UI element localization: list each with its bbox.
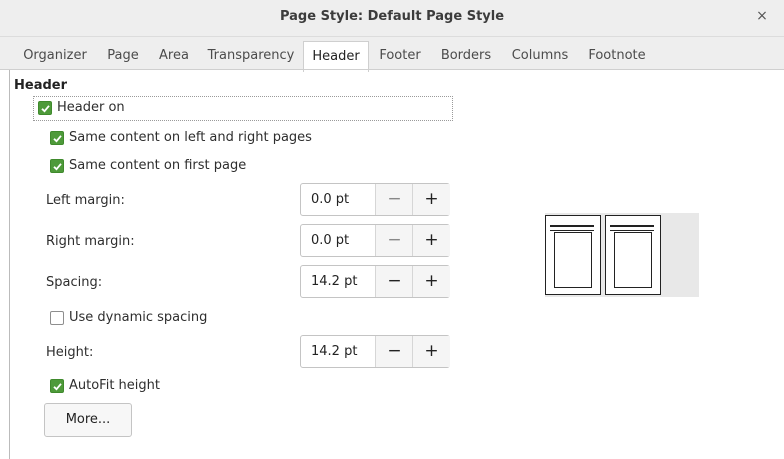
tab-bar: Organizer Page Area Transparency Header … [0, 37, 784, 72]
preview-body-area [554, 232, 592, 288]
preview-right-page [605, 215, 661, 295]
tab-borders[interactable]: Borders [434, 43, 498, 69]
left-margin-input[interactable]: 0.0 pt [311, 192, 349, 207]
spacing-increase-button[interactable]: + [412, 266, 450, 297]
tab-footnote[interactable]: Footnote [581, 43, 653, 69]
left-margin-decrease-button[interactable]: − [375, 184, 413, 215]
autofit-height-checkbox[interactable] [50, 379, 64, 393]
height-input[interactable]: 14.2 pt [311, 344, 357, 359]
checkmark-icon [53, 135, 62, 143]
spacing-spinner[interactable]: 14.2 pt − + [300, 265, 450, 298]
spacing-input[interactable]: 14.2 pt [311, 274, 357, 289]
tab-area[interactable]: Area [152, 43, 196, 69]
preview-header-bar [550, 225, 594, 231]
left-margin-increase-button[interactable]: + [412, 184, 450, 215]
same-content-first-page-label[interactable]: Same content on first page [69, 158, 246, 173]
checkmark-icon [53, 383, 62, 391]
spacing-decrease-button[interactable]: − [375, 266, 413, 297]
dialog-titlebar: Page Style: Default Page Style × [0, 0, 784, 37]
height-decrease-button[interactable]: − [375, 336, 413, 367]
tab-header[interactable]: Header [303, 41, 369, 72]
preview-left-page [545, 215, 601, 295]
height-increase-button[interactable]: + [412, 336, 450, 367]
same-content-left-right-label[interactable]: Same content on left and right pages [69, 130, 312, 145]
header-on-label[interactable]: Header on [57, 100, 125, 115]
same-content-first-page-checkbox[interactable] [50, 159, 64, 173]
left-margin-spinner[interactable]: 0.0 pt − + [300, 183, 450, 216]
height-spinner[interactable]: 14.2 pt − + [300, 335, 450, 368]
tab-page[interactable]: Page [100, 43, 146, 69]
autofit-height-label[interactable]: AutoFit height [69, 378, 160, 393]
right-margin-input[interactable]: 0.0 pt [311, 233, 349, 248]
checkmark-icon [41, 105, 50, 113]
preview-header-bar [610, 225, 654, 231]
right-margin-spinner[interactable]: 0.0 pt − + [300, 224, 450, 257]
more-button[interactable]: More... [44, 403, 132, 437]
right-margin-decrease-button[interactable]: − [375, 225, 413, 256]
section-title: Header [14, 78, 68, 93]
dynamic-spacing-label[interactable]: Use dynamic spacing [69, 310, 207, 325]
dynamic-spacing-checkbox[interactable] [50, 311, 64, 325]
right-margin-label: Right margin: [46, 234, 135, 249]
tab-transparency[interactable]: Transparency [202, 43, 300, 69]
same-content-left-right-checkbox[interactable] [50, 131, 64, 145]
tab-organizer[interactable]: Organizer [16, 43, 94, 69]
height-label: Height: [46, 345, 94, 360]
tab-footer[interactable]: Footer [372, 43, 428, 69]
right-margin-increase-button[interactable]: + [412, 225, 450, 256]
preview-body-area [614, 232, 652, 288]
dialog-title: Page Style: Default Page Style [279, 9, 505, 24]
spacing-label: Spacing: [46, 275, 103, 290]
close-icon[interactable]: × [754, 8, 770, 24]
checkmark-icon [53, 163, 62, 171]
page-preview [545, 213, 699, 297]
left-margin-label: Left margin: [46, 193, 125, 208]
header-on-checkbox[interactable] [38, 101, 52, 115]
tab-columns[interactable]: Columns [504, 43, 576, 69]
